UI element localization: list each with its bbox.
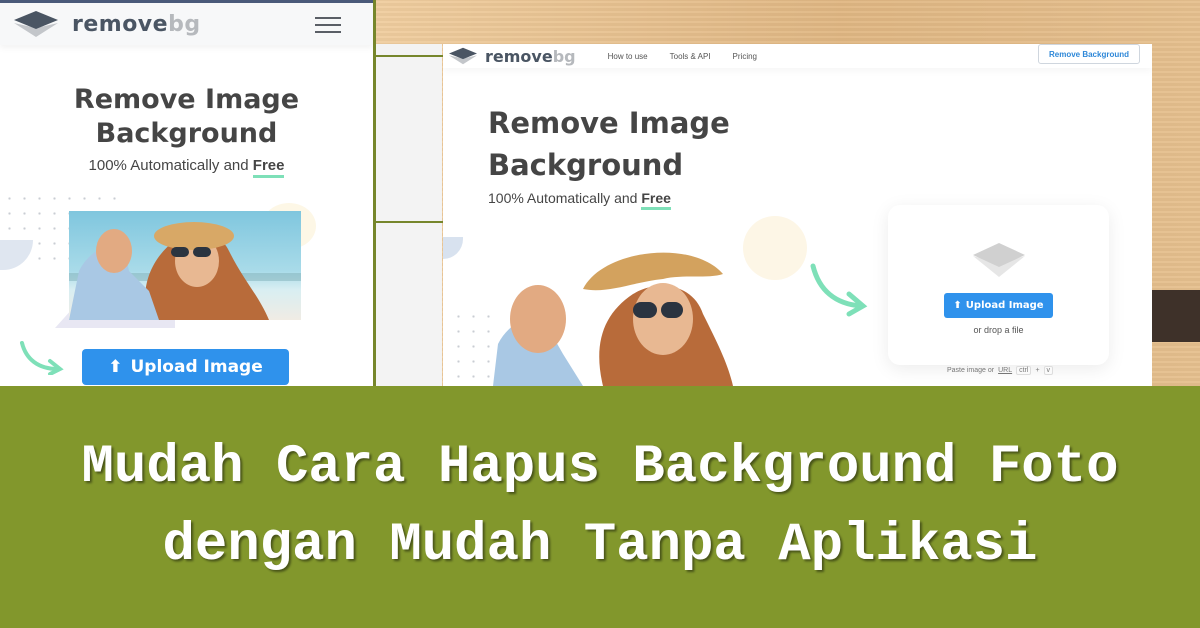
- woman-photo: [493, 252, 733, 386]
- divider-line: [373, 0, 376, 386]
- paste-hint: Paste image or URL ctrl + v: [947, 366, 1054, 375]
- nav-how-to-use[interactable]: How to use: [608, 52, 648, 61]
- desktop-subtitle: 100% Automatically and Free: [488, 190, 671, 210]
- logo-text[interactable]: removebg: [72, 12, 201, 37]
- decorative-half-circle: [443, 237, 463, 259]
- kbd-v: v: [1043, 366, 1054, 375]
- upload-icon: ⬆: [108, 357, 123, 377]
- drop-file-text: or drop a file: [973, 325, 1024, 335]
- mobile-screenshot: removebg Remove Image Background 100% Au…: [0, 0, 373, 386]
- title-banner: Mudah Cara Hapus Background Foto dengan …: [0, 386, 1200, 628]
- desktop-header: removebg How to use Tools & API Pricing …: [443, 44, 1152, 68]
- mobile-header: removebg: [0, 3, 373, 45]
- arrow-icon: [810, 263, 868, 317]
- dot-pattern: [451, 309, 491, 386]
- layers-placeholder-icon: [973, 243, 1025, 277]
- arrow-icon: [20, 341, 64, 375]
- desktop-page-title: Remove Image Background: [488, 106, 730, 182]
- connector-line-bottom: [375, 221, 443, 223]
- free-highlight: Free: [252, 157, 285, 178]
- dark-wood-block: [1150, 290, 1200, 342]
- kbd-ctrl: ctrl: [1016, 366, 1032, 375]
- main-nav: How to use Tools & API Pricing: [608, 52, 757, 61]
- nav-pricing[interactable]: Pricing: [733, 52, 757, 61]
- connector-line-top: [375, 55, 443, 57]
- upload-card[interactable]: ⬆ Upload Image or drop a file: [888, 205, 1109, 365]
- free-highlight: Free: [641, 190, 671, 210]
- remove-background-button[interactable]: Remove Background: [1038, 44, 1140, 64]
- desktop-upload-button[interactable]: ⬆ Upload Image: [944, 293, 1053, 318]
- upload-icon: ⬆: [953, 300, 962, 311]
- mobile-subtitle: 100% Automatically and Free: [0, 157, 373, 178]
- connector-panel: [376, 44, 442, 386]
- logo-text[interactable]: removebg: [485, 47, 576, 66]
- layers-logo-icon: [14, 11, 58, 37]
- nav-tools-api[interactable]: Tools & API: [670, 52, 711, 61]
- mobile-page-title: Remove Image Background: [73, 84, 300, 149]
- woman-photo: [69, 211, 301, 320]
- banner-title: Mudah Cara Hapus Background Foto dengan …: [81, 437, 1119, 576]
- mobile-upload-button[interactable]: ⬆ Upload Image: [82, 349, 289, 385]
- layers-logo-icon: [449, 47, 477, 65]
- url-link[interactable]: URL: [998, 367, 1012, 374]
- desktop-screenshot: removebg How to use Tools & API Pricing …: [443, 44, 1152, 386]
- kbd-plus: +: [1035, 367, 1040, 374]
- hamburger-icon[interactable]: [315, 17, 341, 33]
